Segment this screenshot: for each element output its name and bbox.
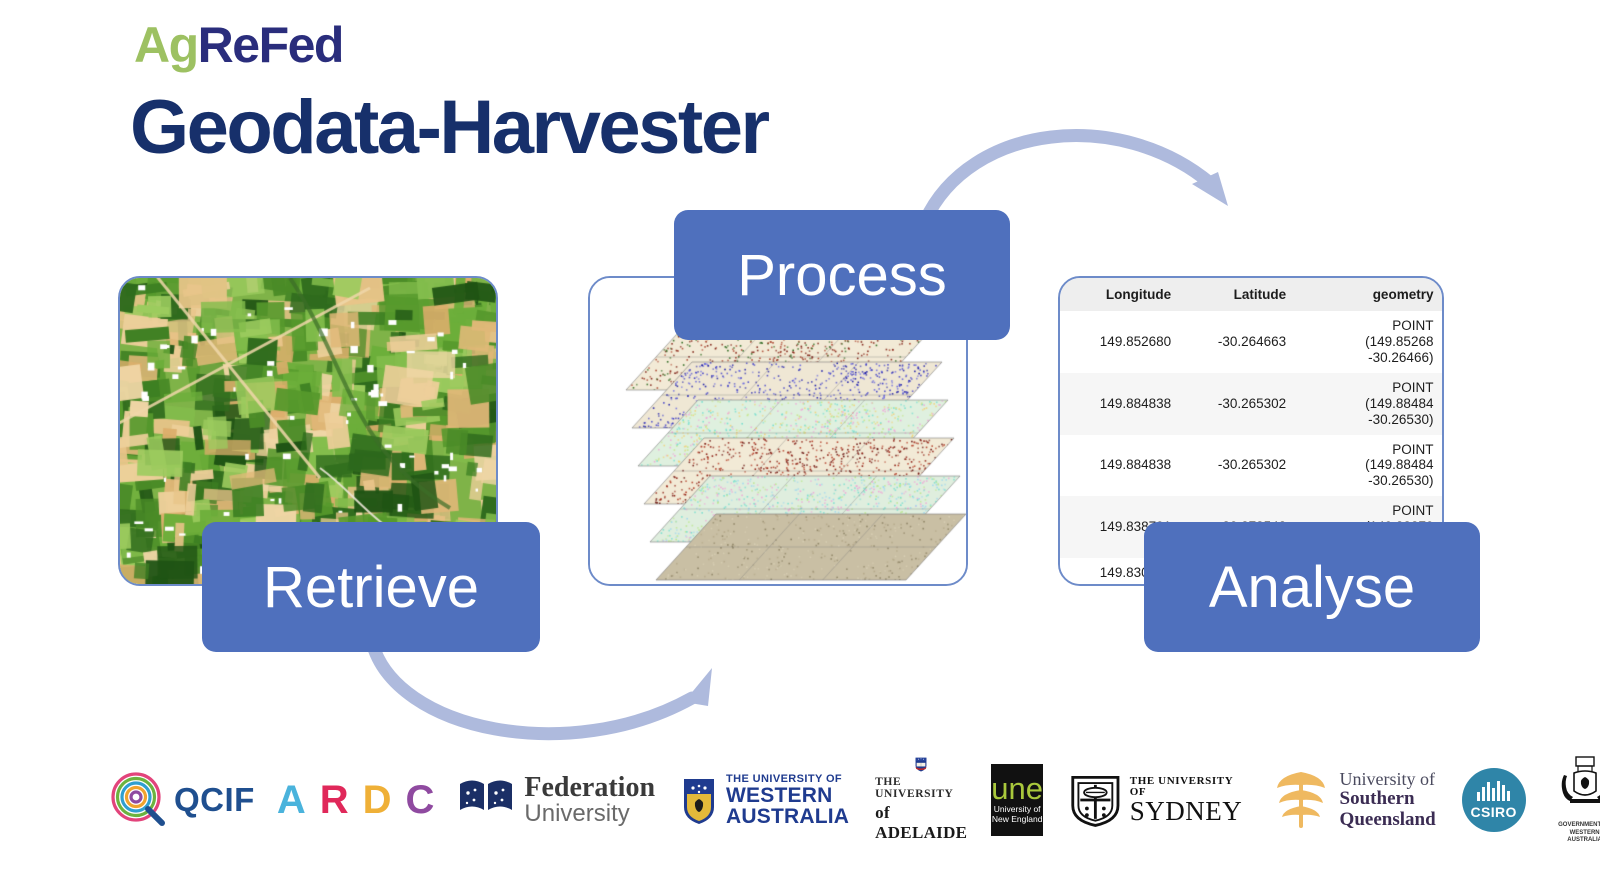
university-of-southern-queensland-logo: University of Southern Queensland — [1272, 757, 1436, 843]
federation-flag-icon — [460, 780, 513, 810]
cell-bulk_density: 1.362 — [1441, 435, 1442, 497]
usq-leaf-icon — [1276, 772, 1325, 828]
agrefed-logo-refed: ReFed — [197, 17, 345, 73]
federation-university-logo: Federation University — [458, 757, 655, 843]
ardc-letter-d: D — [362, 778, 392, 822]
ardc-logo: A R D C — [277, 757, 435, 843]
cell-longitude: 149.884838 — [1099, 457, 1172, 473]
cell-bulk_density: 1.368 — [1441, 311, 1442, 373]
arrow-retrieve-to-process — [365, 636, 712, 741]
university-of-new-england-logo: une University of New England — [991, 764, 1044, 836]
dpird-gov-line1: GOVERNMENT OF — [1558, 822, 1600, 829]
cell-geometry: POINT (149.85268 -30.26466) — [1365, 318, 1434, 365]
qcif-wordmark: QCIF — [174, 781, 255, 818]
adelaide-crest-icon — [915, 757, 927, 772]
slide-canvas: AgReFed Geodata-Harvester Longitude Lati… — [0, 0, 1600, 877]
csiro-wordmark: CSIRO — [1470, 803, 1517, 820]
usq-line3: Queensland — [1339, 808, 1436, 830]
qcif-mark-icon — [111, 772, 165, 826]
csiro-bars-icon — [1477, 780, 1511, 801]
cell-longitude: 149.884838 — [1099, 395, 1172, 411]
column-header-bulk-density: Bulk_Density — [1441, 278, 1442, 311]
partner-logo-strip: QCIF A R D C Federation University THE U… — [110, 752, 1600, 848]
usq-line1: University of — [1339, 769, 1436, 790]
wa-state-crest-icon — [1561, 756, 1600, 804]
sydney-crest-icon — [1071, 775, 1120, 827]
csiro-circle-icon: CSIRO — [1461, 768, 1526, 832]
cell-latitude: -30.265302 — [1217, 395, 1287, 411]
university-of-sydney-logo: THE UNIVERSITY OF SYDNEY — [1069, 757, 1246, 843]
cell-bulk_density: 1.362 — [1441, 373, 1442, 435]
ardc-letter-r: R — [319, 778, 349, 822]
step-label-retrieve[interactable]: Retrieve — [202, 522, 540, 652]
cell-longitude: 149.852680 — [1099, 333, 1172, 349]
uwa-line2: WESTERN — [726, 783, 833, 807]
cell-geometry: POINT (149.88484 -30.26530) — [1365, 441, 1434, 489]
uwa-crest-icon — [684, 779, 715, 824]
table-header-row: Longitude Latitude geometry Bulk_Density — [1060, 278, 1442, 311]
une-wordmark: une — [991, 771, 1044, 807]
table-row: 149.884838 -30.265302 POINT (149.88484 -30… — [1060, 372, 1442, 435]
federation-line1: Federation — [524, 772, 656, 803]
qcif-logo: QCIF — [110, 757, 255, 843]
university-of-western-australia-logo: THE UNIVERSITY OF WESTERN AUSTRALIA — [679, 757, 849, 843]
step-label-process[interactable]: Process — [674, 210, 1010, 340]
table-row: 149.884838 -30.265302 POINT (149.88484 -30… — [1060, 434, 1442, 497]
column-header-geometry: geometry — [1294, 278, 1442, 311]
page-title: Geodata-Harvester — [130, 85, 770, 170]
sydney-line2: SYDNEY — [1129, 795, 1243, 826]
cell-latitude: -30.265302 — [1217, 457, 1287, 473]
cell-geometry: POINT (149.88484 -30.26530) — [1365, 379, 1434, 427]
usq-line2: Southern — [1339, 788, 1415, 810]
column-header-longitude: Longitude — [1060, 278, 1180, 311]
ardc-letter-c: C — [405, 778, 435, 822]
agrefed-logo-ag: Ag — [134, 17, 199, 73]
ardc-letter-a: A — [276, 778, 306, 822]
table-row: 149.852680 -30.264663 POINT (149.85268 -30… — [1060, 311, 1442, 373]
federation-line2: University — [524, 800, 630, 827]
une-line2: New England — [991, 813, 1043, 824]
sydney-line1: THE UNIVERSITY OF — [1129, 774, 1233, 798]
uwa-line3: AUSTRALIA — [726, 804, 850, 828]
csiro-logo: CSIRO — [1461, 757, 1526, 843]
dpird-western-australia-logo: GOVERNMENT OF WESTERN AUSTRALIA Departme… — [1552, 756, 1600, 844]
agrefed-logo: AgReFed — [134, 17, 345, 73]
uwa-line1: THE UNIVERSITY OF — [726, 772, 843, 785]
adelaide-line1: THE UNIVERSITY — [875, 776, 954, 800]
step-label-analyse[interactable]: Analyse — [1144, 522, 1480, 652]
adelaide-line2: of ADELAIDE — [875, 803, 968, 842]
column-header-latitude: Latitude — [1179, 278, 1295, 311]
university-of-adelaide-logo: THE UNIVERSITY of ADELAIDE — [875, 757, 967, 843]
dpird-gov-line2: WESTERN AUSTRALIA — [1567, 829, 1600, 844]
cell-latitude: -30.264663 — [1217, 333, 1287, 349]
